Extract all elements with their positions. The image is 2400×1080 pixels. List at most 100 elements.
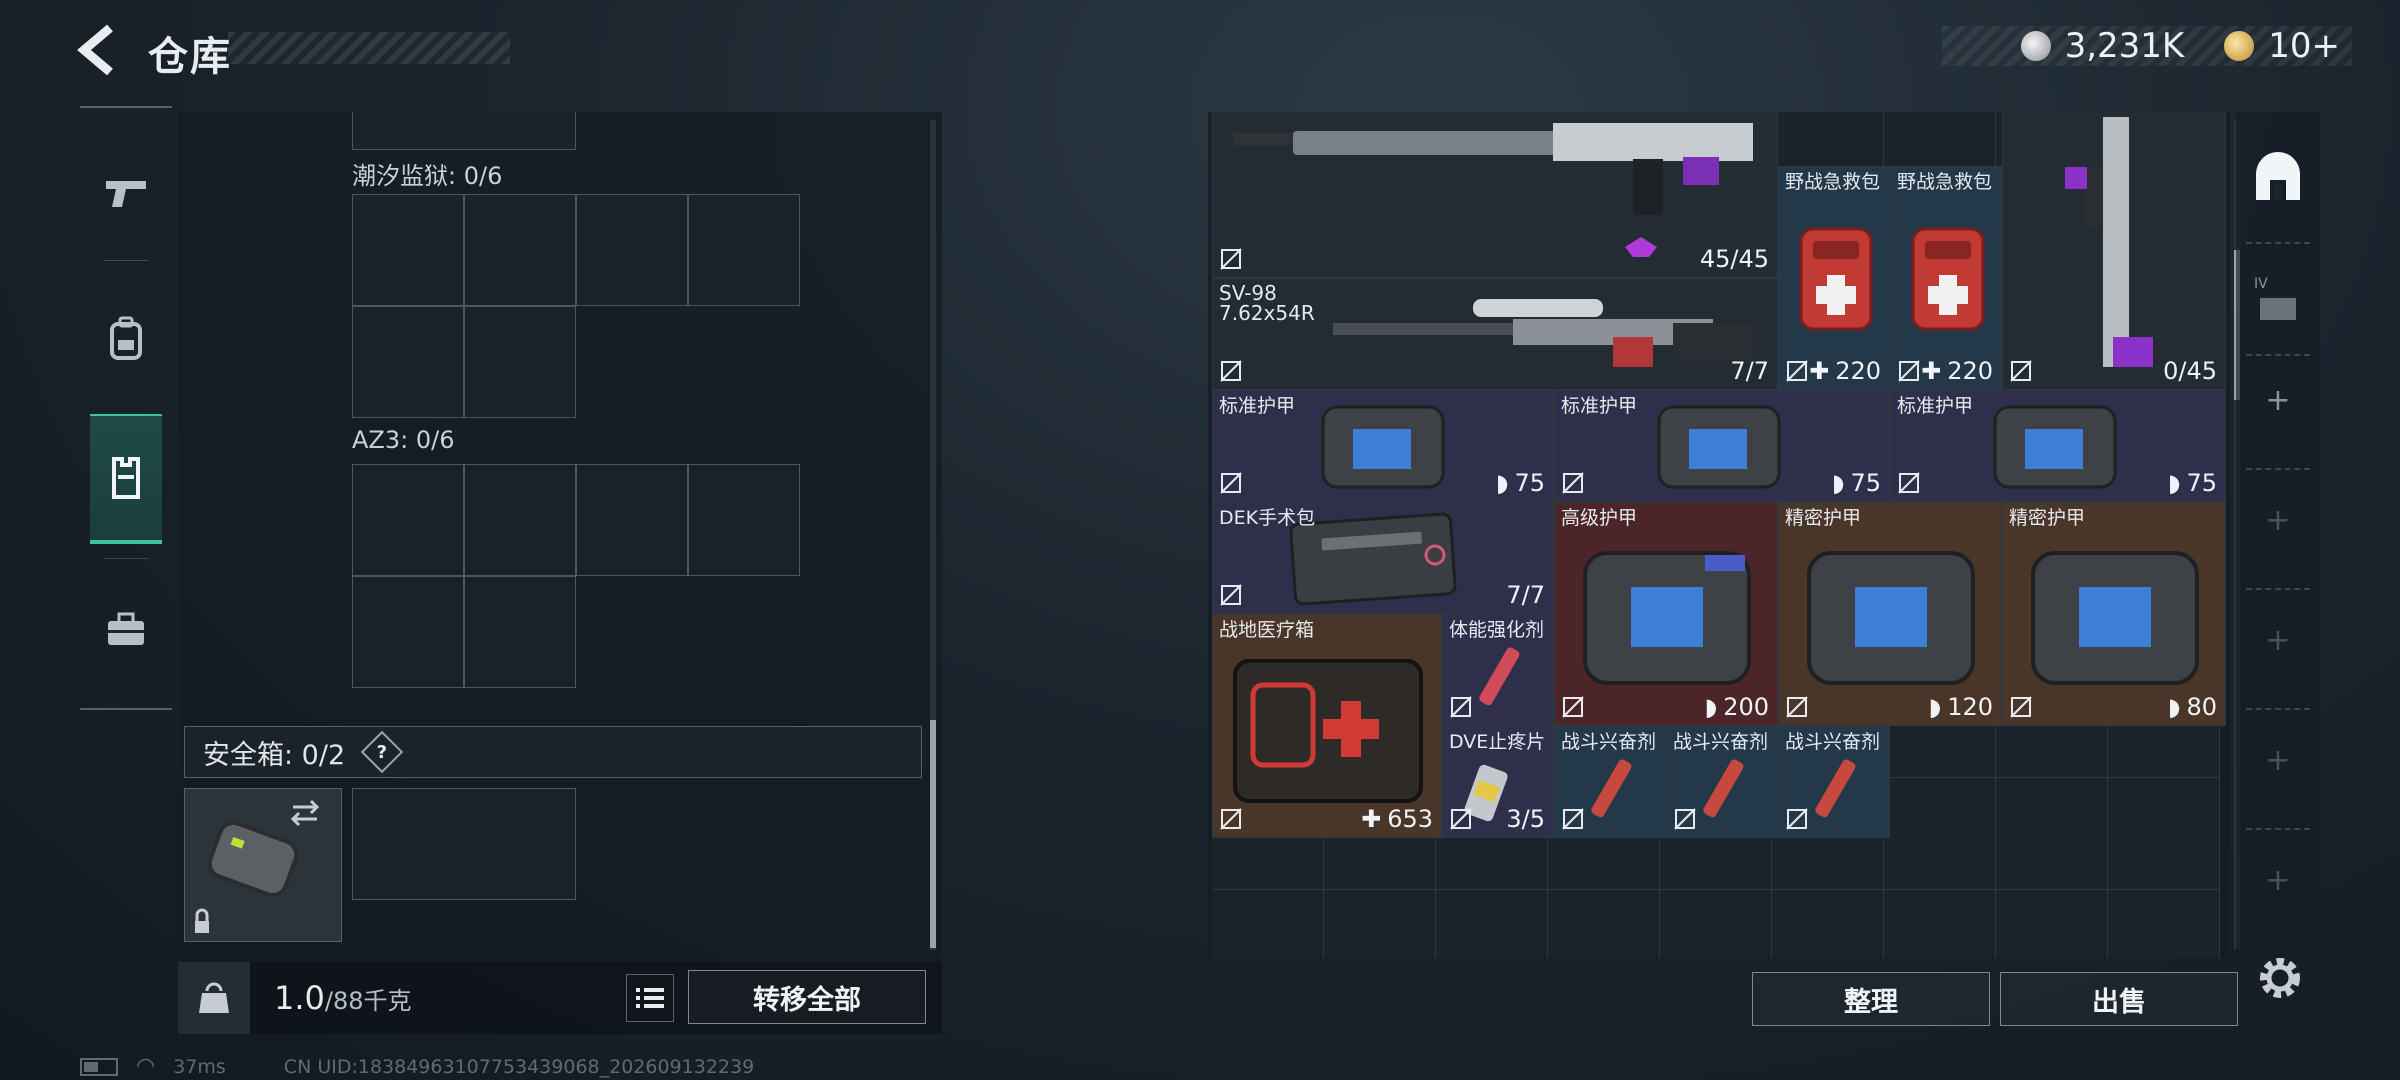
list-view-button[interactable]	[626, 974, 674, 1022]
grid-slot[interactable]	[352, 576, 464, 688]
plus-icon: +	[2265, 622, 2291, 658]
unlinked-icon	[2010, 696, 2032, 718]
item-stat: ✚ 653	[1361, 805, 1433, 833]
plus-icon: ✚	[1361, 805, 1382, 833]
unlinked-icon	[1562, 472, 1584, 494]
unlinked-icon	[1450, 696, 1472, 718]
back-button[interactable]	[72, 22, 132, 78]
battery-icon	[80, 1057, 118, 1076]
rail-divider	[2246, 354, 2310, 356]
item-combat-stimulant[interactable]: 战斗兴奋剂	[1666, 726, 1778, 838]
item-combat-stimulant[interactable]: 战斗兴奋剂	[1554, 726, 1666, 838]
warehouse-slot[interactable]	[1212, 890, 1324, 958]
grid-slot[interactable]	[576, 194, 688, 306]
item-standard-armor[interactable]: 标准护甲 ◗ 75	[1890, 390, 2226, 502]
tab-weapons[interactable]	[90, 128, 162, 258]
unlinked-icon	[1220, 808, 1242, 830]
grid-slot[interactable]	[464, 576, 576, 688]
item-field-first-aid-kit[interactable]: 野战急救包 ✚ 220	[1778, 166, 1890, 390]
grid-slot[interactable]	[352, 194, 464, 306]
scrollbar-thumb[interactable]	[930, 720, 936, 948]
item-stamina-booster[interactable]: 体能强化剂	[1442, 614, 1554, 726]
unlinked-icon	[1450, 808, 1472, 830]
item-precise-armor[interactable]: 精密护甲 ◗ 120	[1778, 502, 2002, 726]
item-stat-value: 7/7	[1506, 581, 1545, 609]
warehouse-slot[interactable]	[1548, 890, 1660, 958]
item-field-medical-box[interactable]: 战地医疗箱 ✚ 653	[1212, 614, 1442, 838]
organize-button[interactable]: 整理	[1752, 972, 1990, 1026]
help-icon[interactable]: ?	[360, 730, 404, 774]
shield-icon: ◗	[1831, 469, 1845, 497]
grid-slot[interactable]	[688, 194, 800, 306]
safe-box-slot[interactable]	[352, 788, 576, 900]
gold-coin-amount: 10+	[2268, 26, 2340, 66]
warehouse-page-4[interactable]: IV	[2252, 272, 2304, 324]
item-rifle-vertical[interactable]: 0/45	[2002, 112, 2226, 390]
item-sv98[interactable]: SV-98 7.62x54R 7/7	[1212, 278, 1778, 390]
warehouse-slot[interactable]	[1772, 890, 1884, 958]
item-stat: ◗ 75	[1832, 469, 1881, 497]
grid-slot[interactable]	[352, 464, 464, 576]
add-page-button[interactable]: +	[2252, 614, 2304, 666]
tab-armor[interactable]	[90, 414, 162, 544]
unlinked-icon	[1674, 808, 1696, 830]
warehouse-slot[interactable]	[1996, 778, 2108, 890]
grid-slot[interactable]	[352, 112, 576, 150]
item-stat-value: 220	[1947, 357, 1993, 385]
item-stat: ✚ 220	[1809, 357, 1881, 385]
item-stat: ◗ 75	[1496, 469, 1545, 497]
item-dve-painkiller[interactable]: DVE止疼片 3/5	[1442, 726, 1554, 838]
grid-slot[interactable]	[352, 306, 464, 418]
tab-toolbox[interactable]	[90, 564, 162, 694]
warehouse-panel: 45/45 SV-98 7.62x54R 7/7 野战急救包 ✚ 220 野战急救…	[1208, 112, 2230, 958]
item-field-first-aid-kit[interactable]: 野战急救包 ✚ 220	[1890, 166, 2002, 390]
add-page-button[interactable]: +	[2252, 854, 2304, 906]
item-stat-value: 3/5	[1506, 805, 1545, 833]
item-name: 战斗兴奋剂	[1673, 731, 1769, 753]
warehouse-slot[interactable]	[2108, 890, 2220, 958]
item-advanced-armor[interactable]: 高级护甲 ◗ 200	[1554, 502, 1778, 726]
item-stat: 45/45	[1700, 245, 1769, 273]
item-standard-armor[interactable]: 标准护甲 ◗ 75	[1212, 390, 1554, 502]
gun-icon	[106, 181, 146, 207]
item-stat-value: 75	[2186, 469, 2217, 497]
silver-coin-amount: 3,231K	[2064, 26, 2185, 66]
warehouse-page-1[interactable]	[2252, 152, 2304, 204]
vest-icon	[112, 457, 140, 499]
item-rifle[interactable]: 45/45	[1212, 112, 1778, 278]
shield-icon: ◗	[2167, 693, 2181, 721]
plus-icon: +	[2265, 862, 2291, 898]
tab-backpack[interactable]	[90, 274, 162, 404]
warehouse-slot[interactable]	[1884, 778, 1996, 890]
item-dek-surgical-kit[interactable]: DEK手术包 7/7	[1212, 502, 1554, 614]
item-stat-value: 220	[1835, 357, 1881, 385]
rifle-icon	[1233, 123, 1753, 257]
warehouse-slot[interactable]	[1996, 890, 2108, 958]
settings-button[interactable]	[2252, 950, 2308, 1006]
add-page-button[interactable]: +	[2252, 734, 2304, 786]
add-page-button[interactable]: +	[2252, 494, 2304, 546]
grid-slot[interactable]	[464, 306, 576, 418]
transfer-all-button[interactable]: 转移全部	[688, 970, 926, 1024]
warehouse-slot[interactable]	[1660, 890, 1772, 958]
item-combat-stimulant[interactable]: 战斗兴奋剂	[1778, 726, 1890, 838]
grid-slot[interactable]	[688, 464, 800, 576]
grid-slot[interactable]	[464, 464, 576, 576]
item-stat-value: 75	[1514, 469, 1545, 497]
safe-box-item[interactable]	[184, 788, 342, 942]
plus-icon: ✚	[1809, 357, 1830, 385]
warehouse-slot[interactable]	[1884, 890, 1996, 958]
item-stat-value: 120	[1947, 693, 1993, 721]
add-page-button[interactable]: +	[2252, 374, 2304, 426]
svg-text:IV: IV	[2254, 276, 2268, 292]
warehouse-slot[interactable]	[1324, 890, 1436, 958]
item-name: SV-98 7.62x54R	[1219, 281, 1315, 325]
grid-slot[interactable]	[576, 464, 688, 576]
sell-button[interactable]: 出售	[2000, 972, 2238, 1026]
item-precise-armor[interactable]: 精密护甲 ◗ 80	[2002, 502, 2226, 726]
warehouse-slot[interactable]	[1436, 890, 1548, 958]
warehouse-page-rail: IV + + + + +	[2236, 112, 2320, 958]
warehouse-slot[interactable]	[2108, 778, 2220, 890]
item-standard-armor[interactable]: 标准护甲 ◗ 75	[1554, 390, 1890, 502]
grid-slot[interactable]	[464, 194, 576, 306]
